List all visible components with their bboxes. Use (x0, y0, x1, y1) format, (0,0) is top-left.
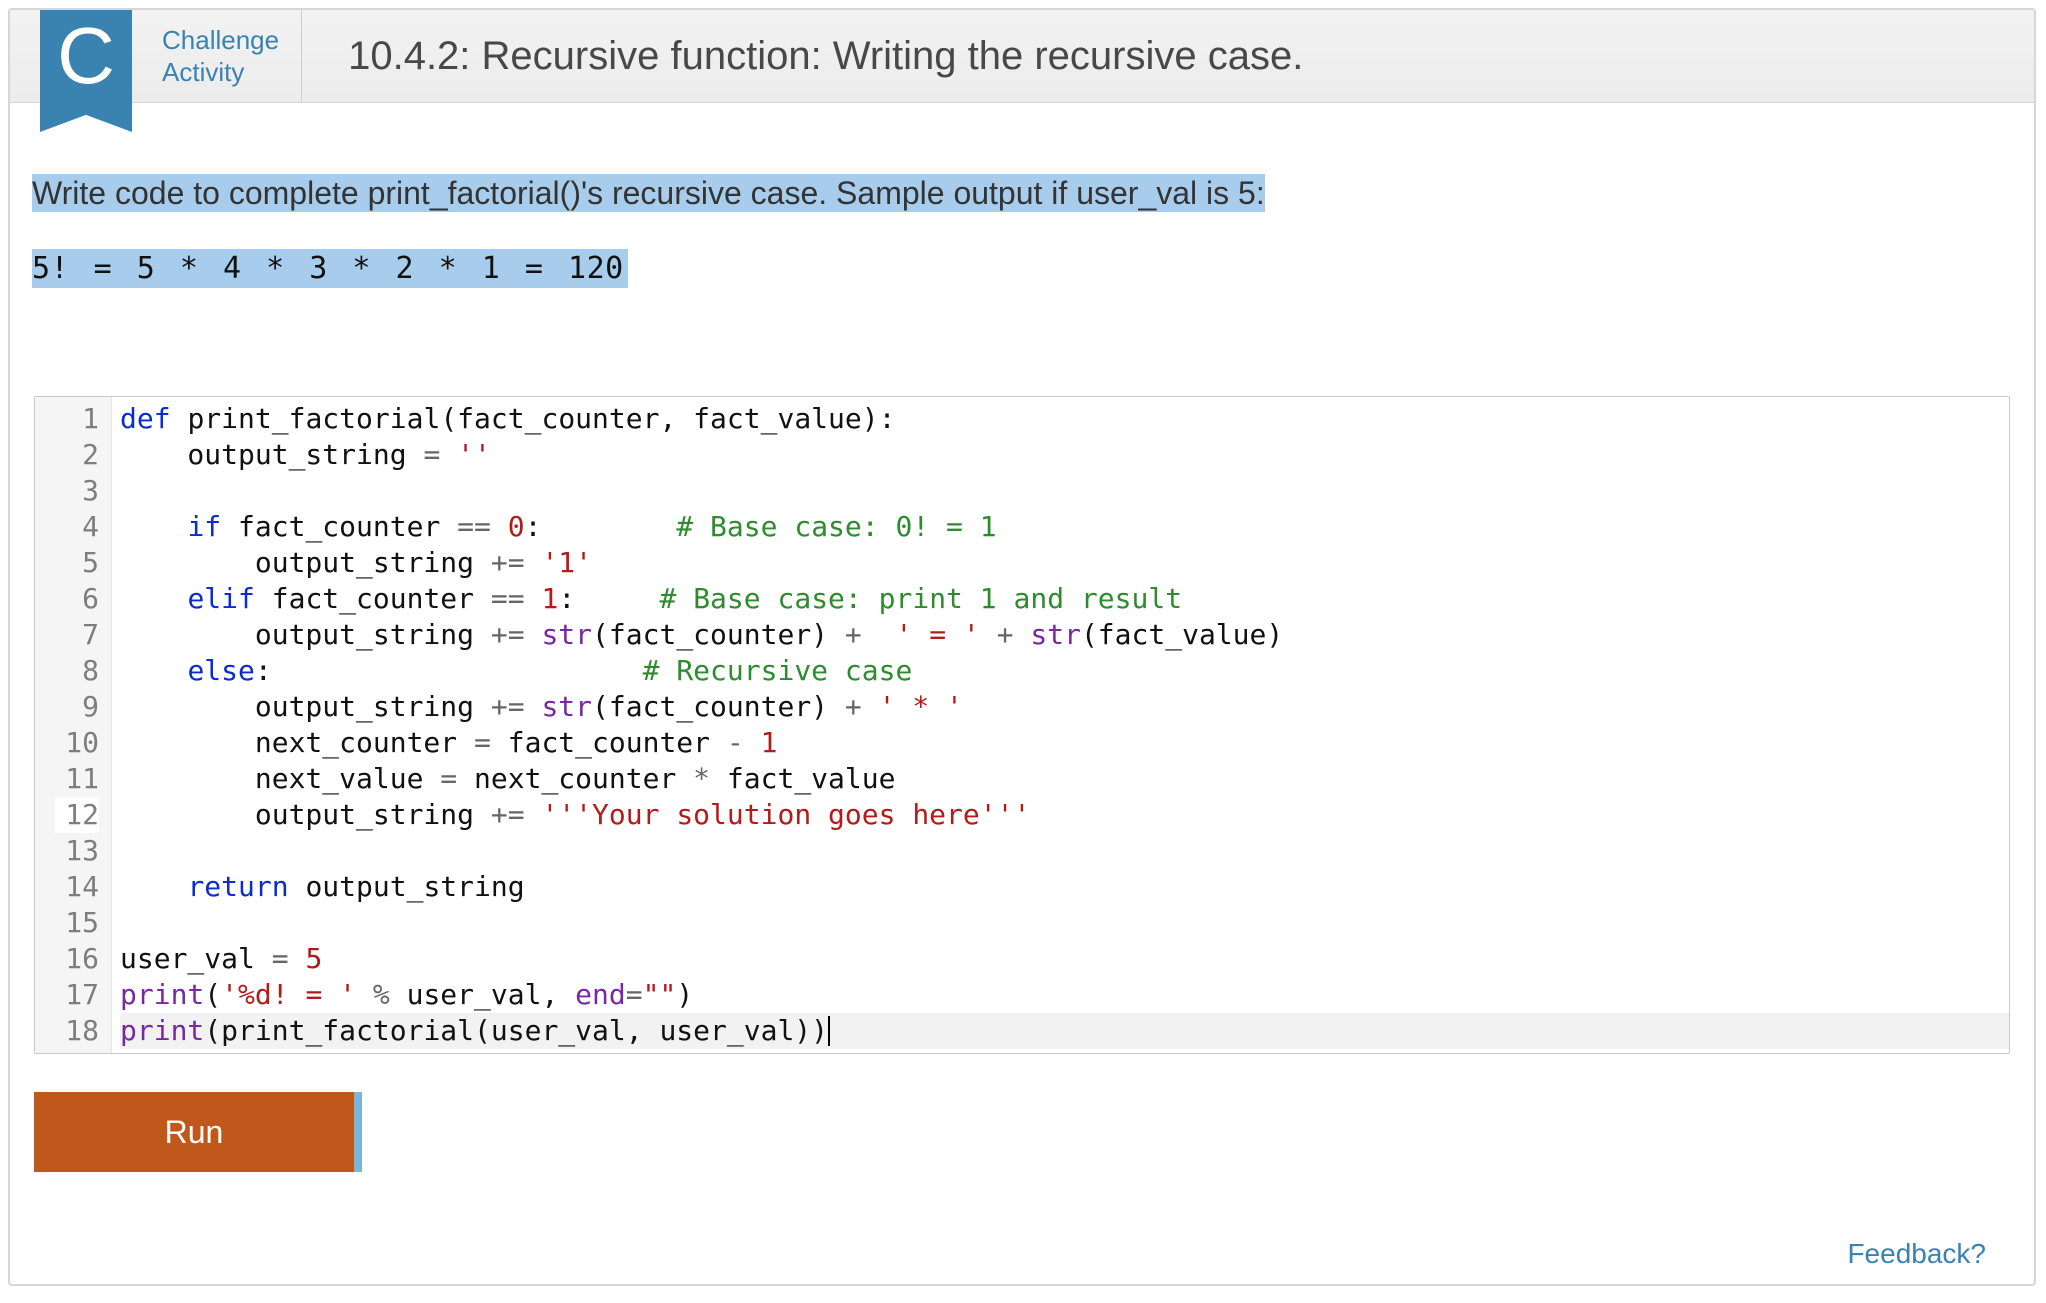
code-line[interactable]: elif fact_counter == 1: # Base case: pri… (120, 581, 2009, 617)
line-number: 14 (55, 869, 99, 905)
line-number: 10 (55, 725, 99, 761)
code-line[interactable]: next_counter = fact_counter - 1 (120, 725, 2009, 761)
code-line[interactable]: user_val = 5 (120, 941, 2009, 977)
line-number: 6 (55, 581, 99, 617)
line-number: 17 (55, 977, 99, 1013)
code-line[interactable]: print(print_factorial(user_val, user_val… (120, 1013, 2009, 1049)
badge-letter: C (57, 10, 115, 102)
code-line[interactable] (120, 905, 2009, 941)
line-number: 18 (55, 1013, 99, 1049)
code-line[interactable]: else: # Recursive case (120, 653, 2009, 689)
run-button-wrap: Run (34, 1092, 2034, 1172)
code-line[interactable]: if fact_counter == 0: # Base case: 0! = … (120, 509, 2009, 545)
challenge-label: Challenge Activity (150, 10, 302, 102)
code-line[interactable]: print('%d! = ' % user_val, end="") (120, 977, 2009, 1013)
challenge-label-line1: Challenge (162, 24, 279, 56)
line-number: 1 (55, 401, 99, 437)
prompt-area: Write code to complete print_factorial()… (10, 103, 2034, 286)
feedback-link[interactable]: Feedback? (1847, 1238, 1986, 1270)
text-cursor (828, 1016, 830, 1046)
code-line[interactable]: next_value = next_counter * fact_value (120, 761, 2009, 797)
run-accent (354, 1092, 362, 1172)
code-line[interactable]: output_string += str(fact_counter) + ' =… (120, 617, 2009, 653)
run-button[interactable]: Run (34, 1092, 354, 1172)
line-number: 7 (55, 617, 99, 653)
activity-container: C Challenge Activity 10.4.2: Recursive f… (8, 8, 2036, 1286)
code-area[interactable]: def print_factorial(fact_counter, fact_v… (112, 397, 2009, 1053)
code-line[interactable]: def print_factorial(fact_counter, fact_v… (120, 401, 2009, 437)
line-number: 15 (55, 905, 99, 941)
line-number: 2 (55, 437, 99, 473)
code-line[interactable]: return output_string (120, 869, 2009, 905)
header-bar: C Challenge Activity 10.4.2: Recursive f… (10, 10, 2034, 103)
line-number: 3 (55, 473, 99, 509)
line-number: 16 (55, 941, 99, 977)
line-number: 12 (55, 797, 99, 833)
challenge-badge: C (40, 10, 132, 132)
sample-output: 5! = 5 * 4 * 3 * 2 * 1 = 120 (32, 249, 628, 288)
code-line[interactable]: output_string += '1' (120, 545, 2009, 581)
activity-title: 10.4.2: Recursive function: Writing the … (302, 10, 2034, 102)
line-number: 11 (55, 761, 99, 797)
challenge-label-line2: Activity (162, 56, 279, 88)
prompt-text: Write code to complete print_factorial()… (32, 174, 1265, 212)
code-line[interactable]: output_string = '' (120, 437, 2009, 473)
line-number: 13 (55, 833, 99, 869)
line-number: 8 (55, 653, 99, 689)
code-editor[interactable]: 123456789101112131415161718 def print_fa… (34, 396, 2010, 1054)
code-line[interactable]: output_string += '''Your solution goes h… (120, 797, 2009, 833)
code-line[interactable] (120, 473, 2009, 509)
line-number: 9 (55, 689, 99, 725)
line-number: 5 (55, 545, 99, 581)
line-number-gutter: 123456789101112131415161718 (35, 397, 112, 1053)
line-number: 4 (55, 509, 99, 545)
code-line[interactable] (120, 833, 2009, 869)
code-line[interactable]: output_string += str(fact_counter) + ' *… (120, 689, 2009, 725)
